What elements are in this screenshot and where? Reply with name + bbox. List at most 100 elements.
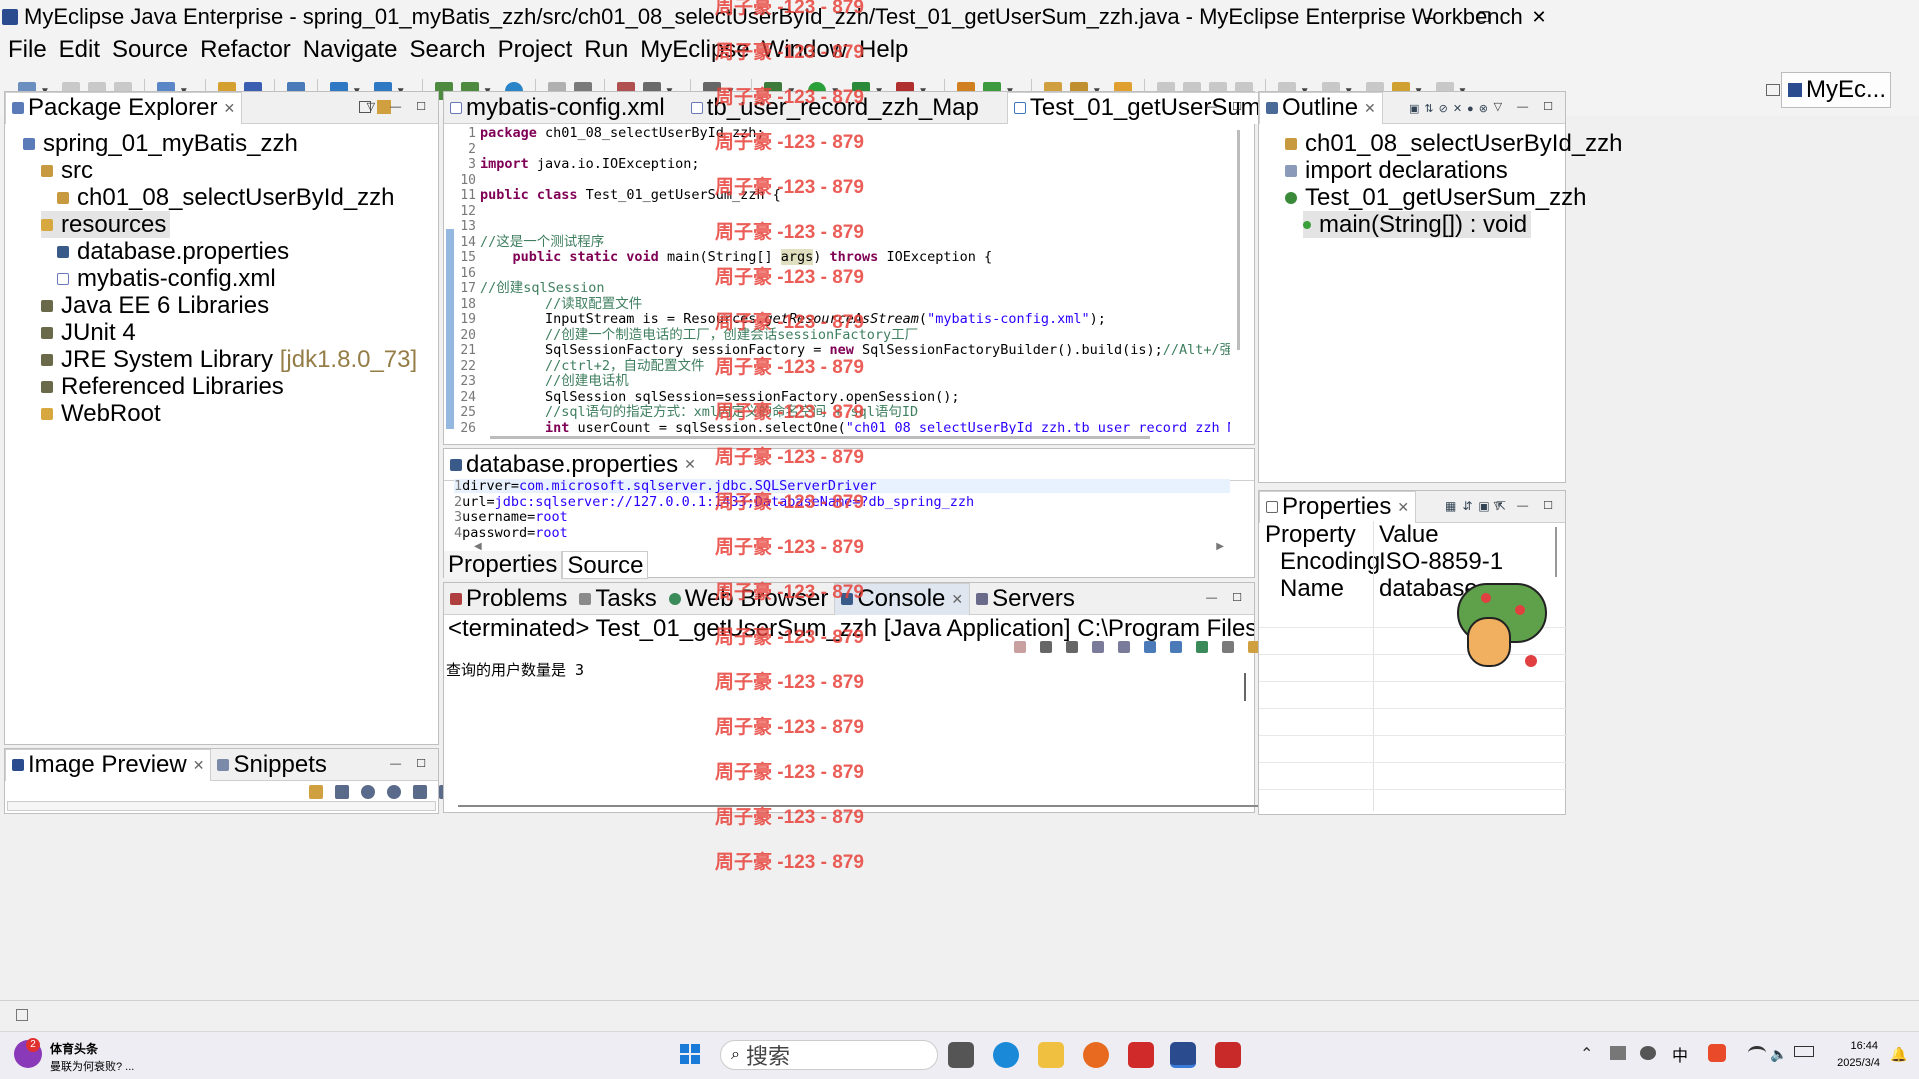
tree-item-resources[interactable]: resources <box>41 211 171 238</box>
tab-source-view[interactable]: Source <box>562 551 649 579</box>
col-header-property: Property <box>1265 521 1356 548</box>
view-controls[interactable]: ▽ — ☐ <box>1494 499 1559 512</box>
tab-properties[interactable]: Properties ✕ <box>1259 490 1417 523</box>
show-stdout-icon[interactable] <box>1144 641 1156 653</box>
prop-value[interactable]: ISO-8859-1 <box>1379 548 1503 576</box>
scroll-lock-icon[interactable] <box>1118 641 1130 653</box>
wps-icon[interactable] <box>1128 1042 1154 1068</box>
menu-help[interactable]: Help <box>859 36 908 64</box>
tray-app-icon[interactable] <box>1610 1046 1626 1060</box>
close-icon[interactable]: ✕ <box>684 456 696 473</box>
close-icon[interactable]: ✕ <box>193 757 205 774</box>
close-button[interactable]: ✕ <box>1511 0 1567 34</box>
tree-item-webroot[interactable]: WebRoot <box>41 400 161 427</box>
view-controls[interactable]: — ☐ <box>1206 100 1248 113</box>
tab-properties-view[interactable]: Properties <box>444 551 563 579</box>
terminate-icon[interactable] <box>1014 641 1026 653</box>
minimize-button[interactable]: – <box>1402 0 1458 34</box>
close-icon[interactable]: ✕ <box>1397 499 1409 516</box>
clock-date[interactable]: 2025/3/4 <box>1820 1057 1880 1069</box>
notification-bell-icon[interactable]: 🔔 <box>1890 1046 1907 1063</box>
sogou-icon[interactable] <box>1708 1044 1726 1062</box>
properties-line[interactable]: 3username=root <box>454 509 568 526</box>
menu-source[interactable]: Source <box>112 36 188 64</box>
file-explorer-icon[interactable] <box>1038 1042 1064 1068</box>
menu-refactor[interactable]: Refactor <box>200 36 291 64</box>
tree-item-junit[interactable]: JUnit 4 <box>41 319 136 346</box>
battery-icon[interactable] <box>1794 1046 1814 1057</box>
tab-servers[interactable]: Servers <box>970 583 1081 615</box>
restore-button[interactable]: ❐ <box>1456 0 1512 34</box>
tab-tasks[interactable]: Tasks <box>573 583 662 615</box>
menu-project[interactable]: Project <box>498 36 573 64</box>
volume-icon[interactable]: 🔈 <box>1770 1046 1787 1063</box>
start-icon[interactable] <box>680 1044 700 1064</box>
outline-toolbar[interactable]: ▣⇅⊘✕●⊗ <box>1409 102 1493 115</box>
display-console-icon[interactable] <box>1222 641 1234 653</box>
search-box[interactable]: ⌕ 搜索 <box>720 1040 938 1070</box>
edge-icon[interactable] <box>993 1042 1019 1068</box>
tray-sync-icon[interactable] <box>1640 1046 1656 1060</box>
view-controls[interactable]: ▽ — ☐ <box>367 100 432 113</box>
tab-database-properties[interactable]: database.properties ✕ <box>444 449 702 481</box>
perspective-switcher[interactable]: MyEc... <box>1781 72 1891 108</box>
horizontal-scrollbar[interactable] <box>490 436 1150 439</box>
tab-image-preview[interactable]: Image Preview ✕ <box>5 748 212 781</box>
task-view-icon[interactable] <box>948 1042 974 1068</box>
tree-item-src[interactable]: src <box>41 157 93 184</box>
menu-edit[interactable]: Edit <box>59 36 100 64</box>
view-controls[interactable]: — ☐ <box>1206 591 1248 604</box>
remove-launch-icon[interactable] <box>1040 641 1052 653</box>
zoom-in-icon[interactable] <box>387 785 401 799</box>
menu-search[interactable]: Search <box>410 36 486 64</box>
sync-preview-icon[interactable] <box>309 785 323 799</box>
tab-mybatis-config[interactable]: mybatis-config.xml <box>444 92 671 124</box>
remove-all-icon[interactable] <box>1066 641 1078 653</box>
zoom-out-icon[interactable] <box>361 785 375 799</box>
screen-recorder-icon[interactable] <box>1215 1042 1241 1068</box>
close-icon[interactable]: ✕ <box>1364 100 1376 117</box>
line-number: 22 <box>460 358 476 374</box>
fit-icon[interactable] <box>335 785 349 799</box>
clock-time[interactable]: 16:44 <box>1828 1040 1878 1052</box>
news-title[interactable]: 体育头条 <box>50 1040 98 1057</box>
tab-outline[interactable]: Outline ✕ <box>1259 91 1383 124</box>
view-controls[interactable]: — ☐ <box>390 757 432 770</box>
firefox-icon[interactable] <box>1083 1042 1109 1068</box>
properties-line[interactable]: 4password=root <box>454 525 568 542</box>
show-stderr-icon[interactable] <box>1170 641 1182 653</box>
myeclipse-taskbar-icon[interactable] <box>1170 1042 1196 1068</box>
tray-expand-icon[interactable]: ⌃ <box>1580 1044 1593 1064</box>
tree-item-database-properties[interactable]: database.properties <box>57 238 289 265</box>
tree-item-javaee-libs[interactable]: Java EE 6 Libraries <box>41 292 269 319</box>
tree-item-jre[interactable]: JRE System Library [jdk1.8.0_73] <box>41 346 417 373</box>
view-controls[interactable]: ▽ — ☐ <box>1494 100 1559 113</box>
tree-item-project[interactable]: spring_01_myBatis_zzh <box>23 130 298 157</box>
outline-item-package[interactable]: ch01_08_selectUserById_zzh <box>1285 130 1623 157</box>
tab-package-explorer[interactable]: Package Explorer ✕ <box>5 91 243 124</box>
vertical-scrollbar[interactable] <box>1244 673 1246 701</box>
tab-problems[interactable]: Problems <box>444 583 573 615</box>
vertical-scrollbar[interactable] <box>1237 130 1240 350</box>
outline-item-main-method[interactable]: main(String[]) : void <box>1303 211 1532 238</box>
menu-navigate[interactable]: Navigate <box>303 36 398 64</box>
menu-run[interactable]: Run <box>584 36 628 64</box>
tree-item-referenced-libs[interactable]: Referenced Libraries <box>41 373 284 400</box>
menu-file[interactable]: File <box>8 36 47 64</box>
tree-item-mybatis-config[interactable]: mybatis-config.xml <box>57 265 276 292</box>
tab-snippets[interactable]: Snippets <box>211 749 332 781</box>
fast-view-icon[interactable] <box>16 1009 28 1021</box>
actual-size-icon[interactable] <box>413 785 427 799</box>
close-icon[interactable]: ✕ <box>951 591 963 608</box>
close-icon[interactable]: ✕ <box>223 100 235 117</box>
outline-item-class[interactable]: Test_01_getUserSum_zzh <box>1285 184 1586 211</box>
wifi-icon[interactable] <box>1748 1046 1766 1060</box>
pin-console-icon[interactable] <box>1196 641 1208 653</box>
outline-item-imports[interactable]: import declarations <box>1285 157 1508 184</box>
open-perspective-icon[interactable] <box>1766 84 1780 96</box>
vertical-scrollbar[interactable] <box>1555 527 1557 577</box>
tree-item-package[interactable]: ch01_08_selectUserById_zzh <box>57 184 395 211</box>
clear-console-icon[interactable] <box>1092 641 1104 653</box>
news-subtitle[interactable]: 曼联为何衰败? ... <box>50 1058 134 1074</box>
ime-indicator[interactable]: 中 <box>1672 1042 1688 1066</box>
